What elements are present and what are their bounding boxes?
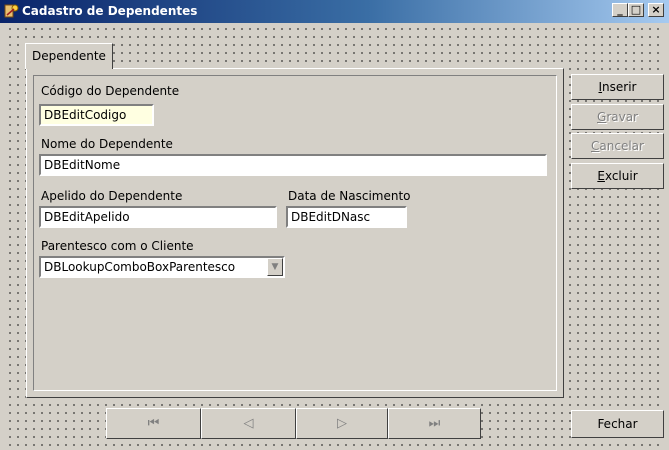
apelido-label: Apelido do Dependente: [41, 189, 183, 203]
nome-field[interactable]: DBEditNome: [39, 154, 547, 176]
last-record-icon: ⏭: [428, 416, 441, 431]
prior-record-icon: ◁: [243, 416, 254, 431]
maximize-icon: □: [630, 3, 642, 16]
gravar-label: ravar: [606, 110, 638, 124]
fechar-button[interactable]: Fechar: [571, 410, 664, 438]
nav-first-button[interactable]: ⏮: [106, 408, 201, 439]
excluir-button[interactable]: Excluir: [571, 163, 664, 189]
apelido-field[interactable]: DBEditApelido: [39, 206, 277, 228]
main-window: Cadastro de Dependentes _ □ × Dependente…: [0, 0, 669, 450]
nav-prior-button[interactable]: ◁: [201, 408, 296, 439]
nav-last-button[interactable]: ⏭: [388, 408, 481, 439]
first-record-icon: ⏮: [147, 416, 160, 431]
parentesco-combobox[interactable]: DBLookupComboBoxParentesco ▼: [39, 256, 285, 278]
gravar-button[interactable]: Gravar: [571, 104, 664, 130]
window-title: Cadastro de Dependentes: [22, 4, 198, 18]
next-record-icon: ▷: [337, 416, 347, 431]
inserir-label: nserir: [602, 80, 637, 94]
nav-next-button[interactable]: ▷: [296, 408, 388, 439]
inserir-button[interactable]: Inserir: [571, 74, 664, 100]
excluir-accelerator: E: [597, 169, 605, 183]
gravar-accelerator: G: [597, 110, 607, 124]
parentesco-label: Parentesco com o Cliente: [41, 239, 194, 253]
excluir-label: xcluir: [604, 169, 638, 183]
close-button[interactable]: ×: [648, 3, 664, 17]
title-bar[interactable]: Cadastro de Dependentes _ □ ×: [0, 0, 669, 23]
codigo-field[interactable]: DBEditCodigo: [39, 104, 154, 126]
nome-label: Nome do Dependente: [41, 137, 173, 151]
app-icon: [4, 4, 19, 18]
cancelar-label: ancelar: [599, 139, 644, 153]
nascimento-field[interactable]: DBEditDNasc: [286, 206, 407, 228]
close-icon: ×: [651, 3, 661, 16]
maximize-button[interactable]: □: [628, 3, 644, 17]
chevron-down-icon[interactable]: ▼: [267, 258, 283, 276]
parentesco-value: DBLookupComboBoxParentesco: [44, 260, 236, 274]
codigo-label: Código do Dependente: [41, 84, 180, 98]
nascimento-label: Data de Nascimento: [288, 189, 411, 203]
cancelar-button[interactable]: Cancelar: [571, 133, 664, 159]
minimize-button[interactable]: _: [612, 3, 628, 17]
minimize-icon: _: [617, 3, 623, 16]
tab-dependente[interactable]: Dependente: [25, 43, 113, 69]
